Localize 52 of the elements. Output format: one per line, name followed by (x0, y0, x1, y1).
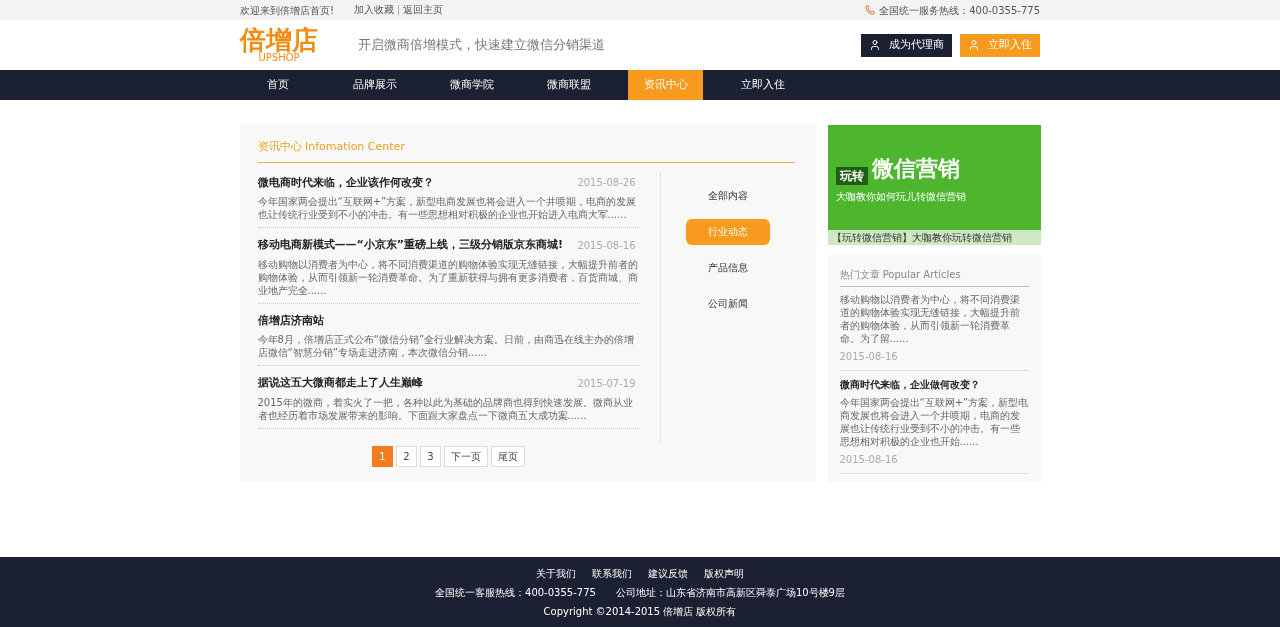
top-link[interactable]: 返回主页 (398, 5, 443, 15)
popular-article-summary: 移动购物以消费者为中心，将不同消费渠道的购物体验实现无缝链接，大幅提升前者的购物体验，从而引领新一轮消费革命。为了留...... (839, 293, 1021, 345)
user-icon (968, 39, 980, 51)
nav-tab[interactable]: 微商学院 (434, 70, 509, 100)
footer-link[interactable]: 建议反馈 (648, 565, 688, 581)
footer-link[interactable]: 关于我们 (536, 565, 576, 581)
article-title[interactable]: 倍增店济南站 (257, 312, 324, 329)
nav-tab[interactable]: 微商联盟 (531, 70, 606, 100)
article-summary: 今年8月，倍增店正式公布“微信分销”全行业解决方案。日前，由商迅在线主办的倍增店微信“智慧分销”专场走进济南，本次微信分销...... (257, 333, 636, 359)
popular-title: 热门文章 Popular Articles (839, 267, 1029, 287)
category-item[interactable]: 产品信息 (686, 254, 770, 281)
top-link[interactable]: 加入收藏 (354, 5, 394, 15)
footer-hotline: 全国统一客服热线：400-0355-775 (435, 585, 596, 600)
page-button[interactable]: 2 (396, 445, 417, 467)
header-button[interactable]: 成为代理商 (861, 33, 952, 57)
article-summary: 移动购物以消费者为中心，将不同消费渠道的购物体验实现无缝链接，大幅提升前者的购物体验，从而引领新一轮消费革命。为了重新获得与拥有更多消费者，百货商城、商业地产完全...... (257, 257, 639, 297)
article-date: 2015-07-19 (577, 376, 637, 391)
category-item[interactable]: 公司新闻 (686, 290, 770, 317)
slogan: 开启微商倍增模式，快速建立微信分销渠道 (358, 36, 605, 55)
article-summary: 2015年的微商，着实火了一把，各种以此为基础的品牌商也得到快速发展。微商从业者也经历着市场发展带来的影响。下面跟大家盘点一下微商五大成功案...... (257, 395, 634, 422)
banner-caption: 【玩转微信营销】大咖教你玩转微信营销 (827, 230, 1041, 245)
welcome-text: 欢迎来到倍增店首页! (240, 3, 334, 18)
page-button[interactable]: 下一页 (444, 445, 488, 467)
user-icon (869, 39, 881, 51)
article-title[interactable]: 微电商时代来临，企业该作何改变？ (257, 174, 434, 191)
article-summary: 今年国家两会提出“互联网+”方案，新型电商发展也将会进入一个井喷期，电商的发展也让传统行业受到不小的冲击。有一些思想相对积极的企业也开始进入电商大军...... (257, 195, 638, 221)
popular-article-date: 2015-08-16 (839, 350, 899, 364)
article-title[interactable]: 据说这五大微商都走上了人生巅峰 (257, 375, 423, 392)
article-date: 2015-08-16 (577, 238, 637, 253)
page-button[interactable]: 3 (420, 445, 441, 467)
page-button[interactable]: 尾页 (491, 445, 525, 467)
phone-icon (865, 5, 876, 15)
category-item[interactable]: 全部内容 (686, 182, 770, 209)
section-title: 资讯中心 Infomation Center (257, 139, 795, 163)
footer-link[interactable]: 版权声明 (704, 565, 744, 581)
footer-address: 公司地址：山东省济南市高新区舜泰广场10号楼9层 (615, 585, 845, 600)
hotline-text: 全国统一服务热线：400-0355-775 (879, 3, 1040, 18)
banner-subtitle: 大咖教你如何玩儿转微信营销 (835, 189, 967, 204)
logo: 倍增店 (240, 27, 318, 53)
nav-tab[interactable]: 品牌展示 (337, 70, 412, 100)
nav-tab[interactable]: 立即入住 (725, 70, 800, 100)
banner-heading: 微信营销 (871, 154, 960, 183)
banner-tag: 玩转 (835, 166, 868, 185)
popular-article-summary: 今年国家两会提出“互联网+”方案，新型电商发展也将会进入一个井喷期，电商的发展也让传统行业受到不小的冲击。有一些思想相对积极的企业也开始...... (839, 396, 1029, 448)
nav-tab[interactable]: 首页 (240, 70, 315, 100)
article-date: 2015-08-26 (577, 176, 637, 191)
article-title[interactable]: 移动电商新模式——“小京东”重磅上线，三级分销版京东商城! (257, 237, 563, 254)
copyright-text: Copyright ©2014-2015 倍增店 版权所有 (543, 604, 737, 619)
footer-link[interactable]: 联系我们 (592, 565, 632, 581)
popular-article-title[interactable]: 微商时代来临，企业做何改变？ (839, 377, 1029, 392)
popular-article-date: 2015-08-16 (839, 453, 899, 467)
logo-subtitle: UPSHOP (258, 53, 300, 63)
